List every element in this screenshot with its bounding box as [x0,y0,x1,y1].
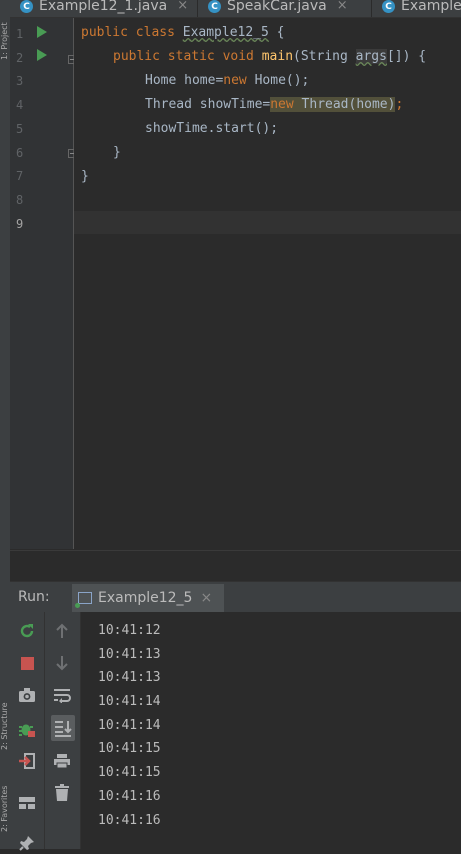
structure-tool-label[interactable]: 2: Structure [0,640,10,750]
code-line-3: Home home=new Home(); [145,73,309,88]
output-line: 10:41:15 [98,765,161,780]
parameter-name: args [355,49,387,64]
output-line: 10:41:12 [98,623,161,638]
line-number: 3 [16,74,24,88]
print-icon[interactable] [51,750,73,772]
code-text: { [268,25,285,40]
output-line: 10:41:14 [98,718,161,733]
keyword: new [223,73,247,88]
tab-label: Example1 [401,0,461,14]
code-line-7: } [81,169,89,184]
keyword: new [270,97,294,112]
run-toolbar-primary [10,612,45,851]
run-panel-title: Run: [18,589,50,605]
current-line-highlight [74,211,461,234]
rerun-icon[interactable] [16,620,38,642]
line-number: 1 [16,27,24,41]
tab-label: Example12_1.java [39,0,168,14]
output-line: 10:41:13 [98,647,161,662]
code-text: } [113,145,121,160]
code-text: Home home= [145,73,224,88]
code-text: Thread showTime= [145,97,271,112]
run-toolbar-secondary [45,612,81,849]
code-text: ; [395,97,404,112]
exit-icon[interactable] [16,750,38,772]
keyword: public class [81,25,183,40]
class-name: Example12_5 [182,25,269,40]
code-text: Thread(home) [293,97,396,112]
code-text: showTime.start(); [145,121,279,136]
stop-icon[interactable] [16,652,38,674]
editor-bottom-area [10,550,461,581]
output-line: 10:41:14 [98,694,161,709]
output-line: 10:41:15 [98,741,161,756]
keyword: public static void [113,49,262,64]
code-line-1: public class Example12_5 { [81,25,285,40]
code-line-4: Thread showTime=new Thread(home); [145,97,403,112]
layout-icon[interactable] [16,792,38,814]
close-icon[interactable]: × [200,590,212,606]
run-tab-example12-5[interactable]: Example12_5 × [72,584,225,612]
java-class-icon: C [382,0,395,13]
scroll-to-end-icon[interactable] [51,715,75,741]
output-line: 10:41:16 [98,813,161,828]
editor-tab-bar: C Example12_1.java × C SpeakCar.java × C… [10,0,461,18]
pin-icon[interactable] [16,832,38,854]
console-output[interactable]: 10:41:12 10:41:13 10:41:13 10:41:14 10:4… [81,612,461,849]
method-name: main [261,49,294,64]
editor-gutter: 1 2 3 4 5 6 7 8 9 [10,18,77,549]
line-number: 8 [16,193,24,207]
line-number: 2 [16,51,24,65]
tab-label: SpeakCar.java [227,0,327,14]
camera-icon[interactable] [16,684,38,706]
favorites-tool-label[interactable]: 2: Favorites [0,762,10,832]
output-line: 10:41:16 [98,789,161,804]
tab-speakcar[interactable]: C SpeakCar.java × [198,0,372,17]
down-arrow-icon[interactable] [51,652,73,674]
output-line: 10:41:13 [98,670,161,685]
run-class-icon[interactable] [37,26,47,38]
code-line-6: } [113,145,121,160]
debug-icon[interactable] [16,718,38,740]
run-panel-header: Run: Example12_5 × [10,581,461,614]
run-tab-label: Example12_5 [98,590,193,606]
code-text: } [81,169,89,184]
code-editor[interactable]: public class Example12_5 { public static… [74,18,461,549]
code-text: Home(); [246,73,310,88]
run-main-icon[interactable] [37,49,47,61]
code-line-5: showTime.start(); [145,121,278,136]
code-line-2: public static void main(String args[]) { [113,49,426,64]
line-number: 6 [16,146,24,160]
java-class-icon: C [208,0,221,13]
line-number: 4 [16,98,24,112]
soft-wrap-icon[interactable] [51,684,73,706]
close-icon[interactable]: × [337,0,348,13]
console-icon [75,592,92,608]
line-number: 7 [16,169,24,183]
close-icon[interactable]: × [177,0,188,13]
line-number: 9 [16,217,24,231]
project-tool-label[interactable]: 1: Project [0,0,10,60]
tab-example12-1[interactable]: C Example12_1.java × [10,0,198,17]
java-class-icon: C [20,0,33,13]
line-number: 5 [16,122,24,136]
code-text: (String [293,49,356,64]
tab-example1[interactable]: C Example1 [372,0,461,17]
trash-icon[interactable] [51,782,73,804]
up-arrow-icon[interactable] [51,620,73,642]
code-text: []) { [386,49,427,64]
